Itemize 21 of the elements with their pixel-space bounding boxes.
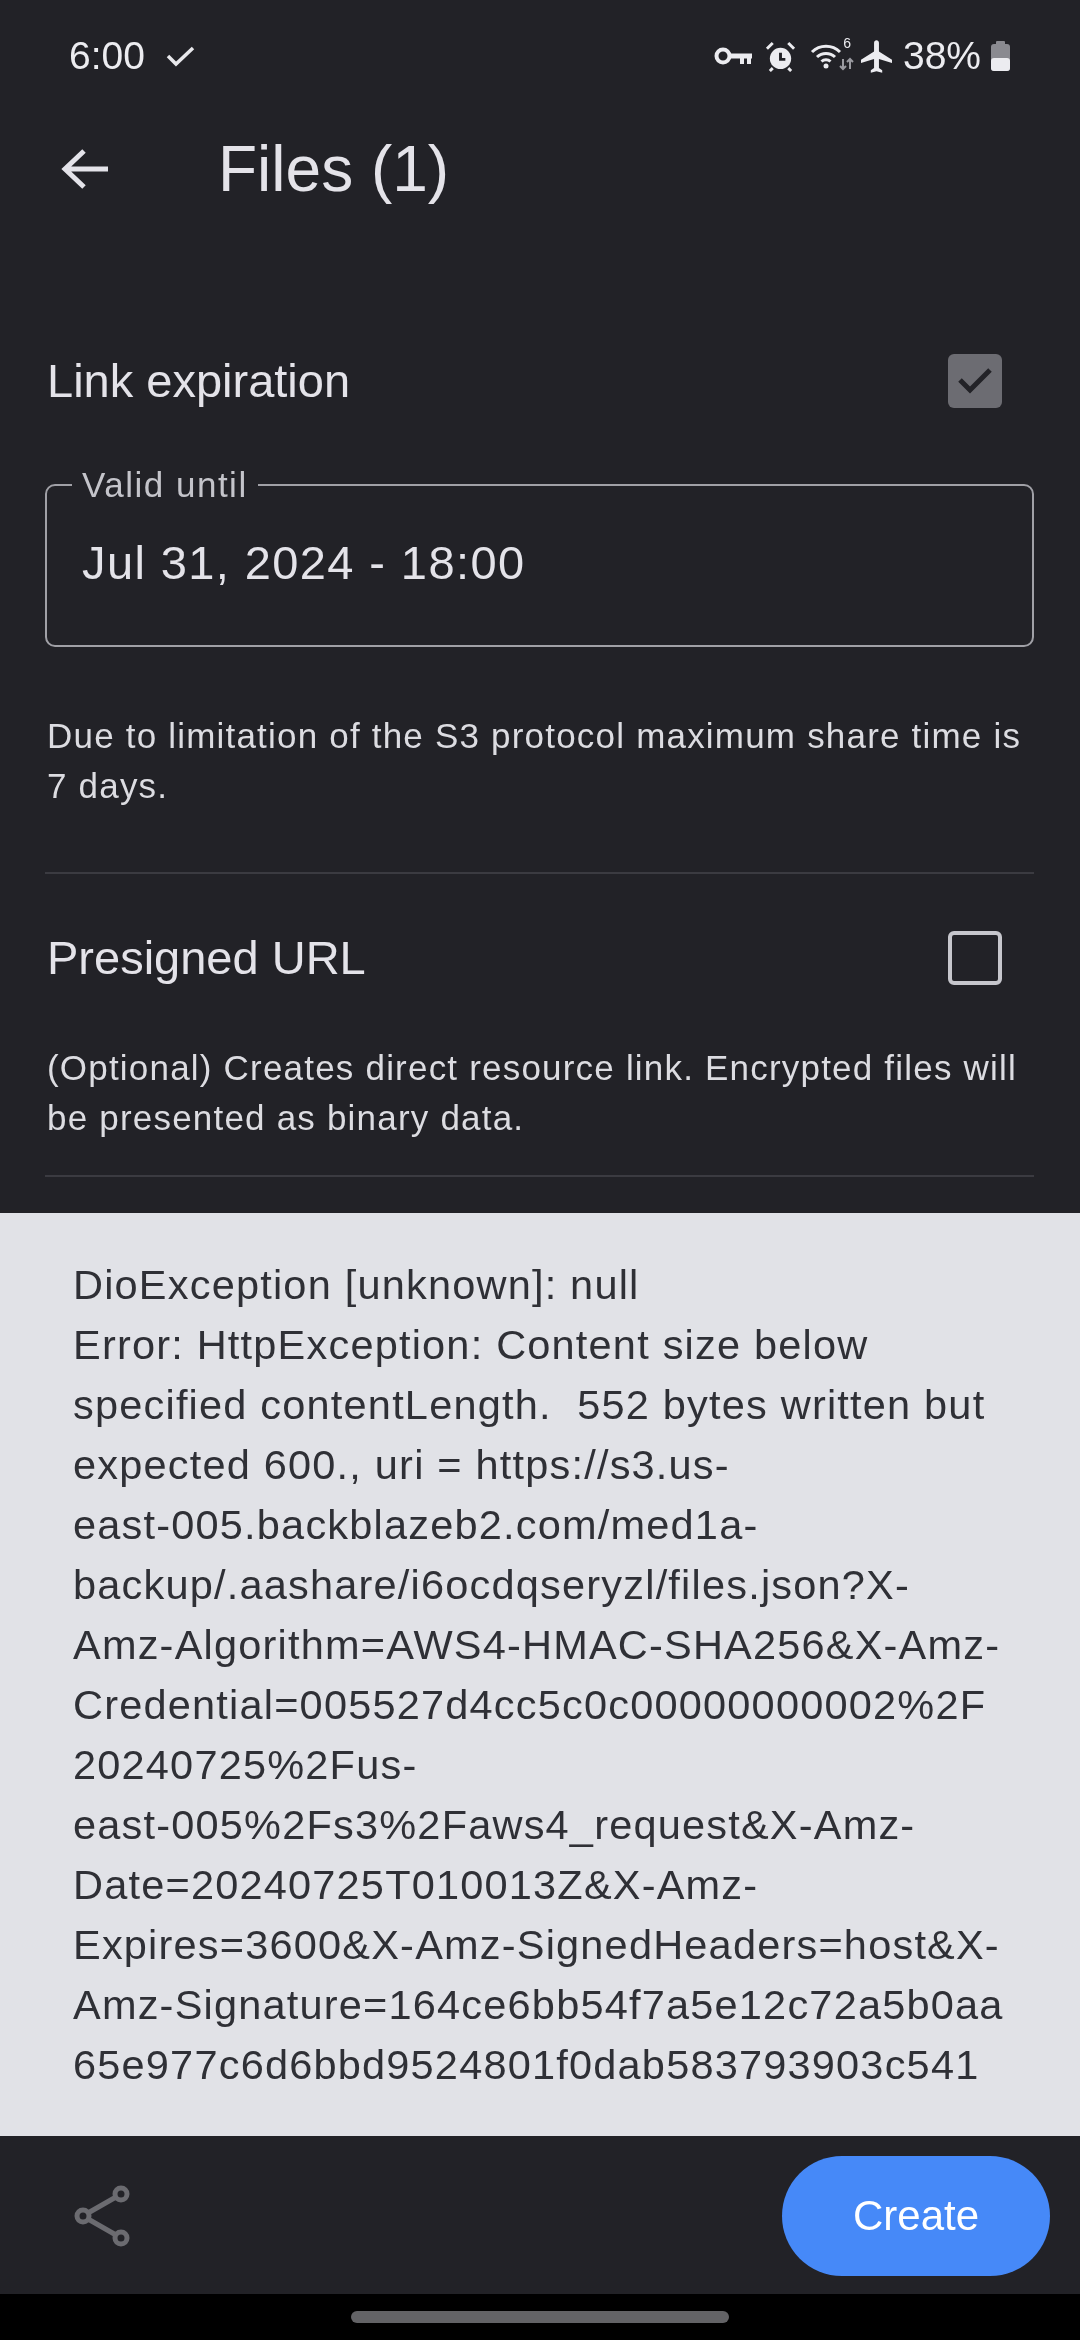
alarm-clock-icon — [764, 40, 796, 72]
status-time: 6:00 — [69, 34, 145, 78]
checkbox[interactable] — [948, 931, 1002, 985]
option-description: Due to limitation of the S3 protocol maximum share time is 7 days. — [47, 715, 1023, 807]
error-message: DioException [unknown]: null Error: HttpException: Content size below specified contentLength. 552 bytes written but expected 600., uri = https://s3.us-east-005.backblazeb2.com/med1a-backup/.aashare/i6ocdqseryzl/files.json?X-Amz-Algorithm=AWS4-HMAC-SHA256&X-Amz-Credential=005527d4cc5c0c00000000002%2F20240725%2Fus-east-005%2Fs3%2Faws4_request&X-Amz-Date=20240725T010013Z&X-Amz-Expires=3600&X-Amz-SignedHeaders=host&X-Amz-Signature=164ce6bb54f7a5e12c72a5b0aa65e977c6d6bbd9524801f0dab583793903c541 — [73, 1260, 1005, 2090]
screen-title: Files (1) — [218, 132, 450, 207]
key-icon — [713, 46, 752, 66]
option-description: (Optional) Creates direct resource link. Encrypted files will be presented as binary data. — [47, 1047, 1018, 1139]
back-arrow-icon[interactable] — [61, 148, 109, 190]
battery-icon — [990, 41, 1011, 71]
checkbox[interactable] — [948, 354, 1002, 408]
field-label: Valid until — [81, 465, 249, 505]
wifi-generation-label: 6 — [843, 35, 851, 51]
battery-percent: 38% — [902, 34, 981, 78]
airplane-icon — [860, 39, 892, 73]
field-value: Jul 31, 2024 - 18:00 — [82, 535, 527, 591]
check-icon — [165, 45, 195, 67]
option-label: Presigned URL — [47, 930, 366, 986]
option-label: Link expiration — [47, 353, 351, 409]
share-icon[interactable] — [74, 2185, 130, 2247]
checkmark-icon — [957, 367, 993, 395]
